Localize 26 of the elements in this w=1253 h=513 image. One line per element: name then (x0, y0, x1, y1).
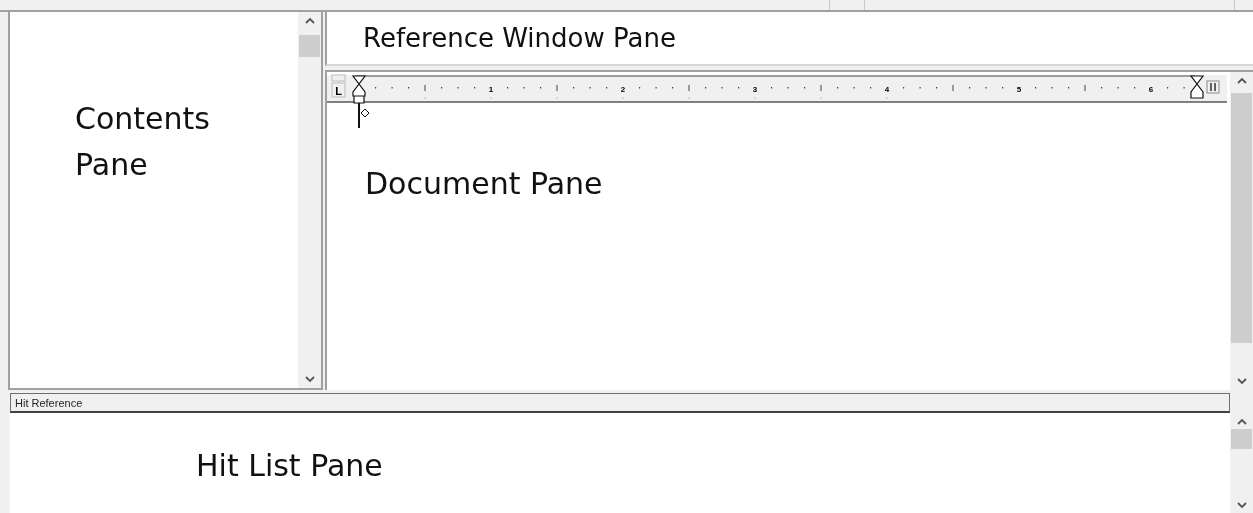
ruler-number: 5 (1016, 85, 1022, 94)
scroll-down-icon[interactable] (1235, 377, 1248, 386)
right-indent-marker-icon[interactable] (1189, 75, 1205, 99)
tab-selector[interactable] (331, 74, 346, 98)
left-indent-marker-icon[interactable] (351, 75, 367, 104)
pane-label: Document Pane (365, 166, 603, 201)
ruler-number: 1 (488, 85, 494, 94)
text-cursor-icon (358, 102, 370, 129)
scrollbar-thumb[interactable] (1231, 429, 1252, 449)
pane-label: Contents (75, 101, 210, 136)
ruler-number: 3 (752, 85, 758, 94)
pane-label: Pane (75, 147, 148, 182)
scroll-up-icon[interactable] (303, 16, 316, 25)
ruler[interactable]: L 1 2 3 4 5 6 (327, 72, 1227, 132)
ruler-number: 4 (884, 85, 890, 94)
ruler-number: 6 (1148, 85, 1154, 94)
scroll-down-icon[interactable] (303, 375, 316, 384)
ruler-number: 2 (620, 85, 626, 94)
scroll-up-icon[interactable] (1235, 417, 1248, 426)
scroll-up-icon[interactable] (1235, 76, 1248, 85)
scroll-down-icon[interactable] (1235, 501, 1248, 510)
scrollbar-thumb[interactable] (299, 35, 320, 57)
scrollbar-thumb[interactable] (1231, 93, 1252, 343)
column-marker-icon[interactable] (1206, 80, 1220, 94)
pane-label: Hit List Pane (196, 448, 383, 483)
pane-label: Reference Window Pane (363, 23, 676, 53)
